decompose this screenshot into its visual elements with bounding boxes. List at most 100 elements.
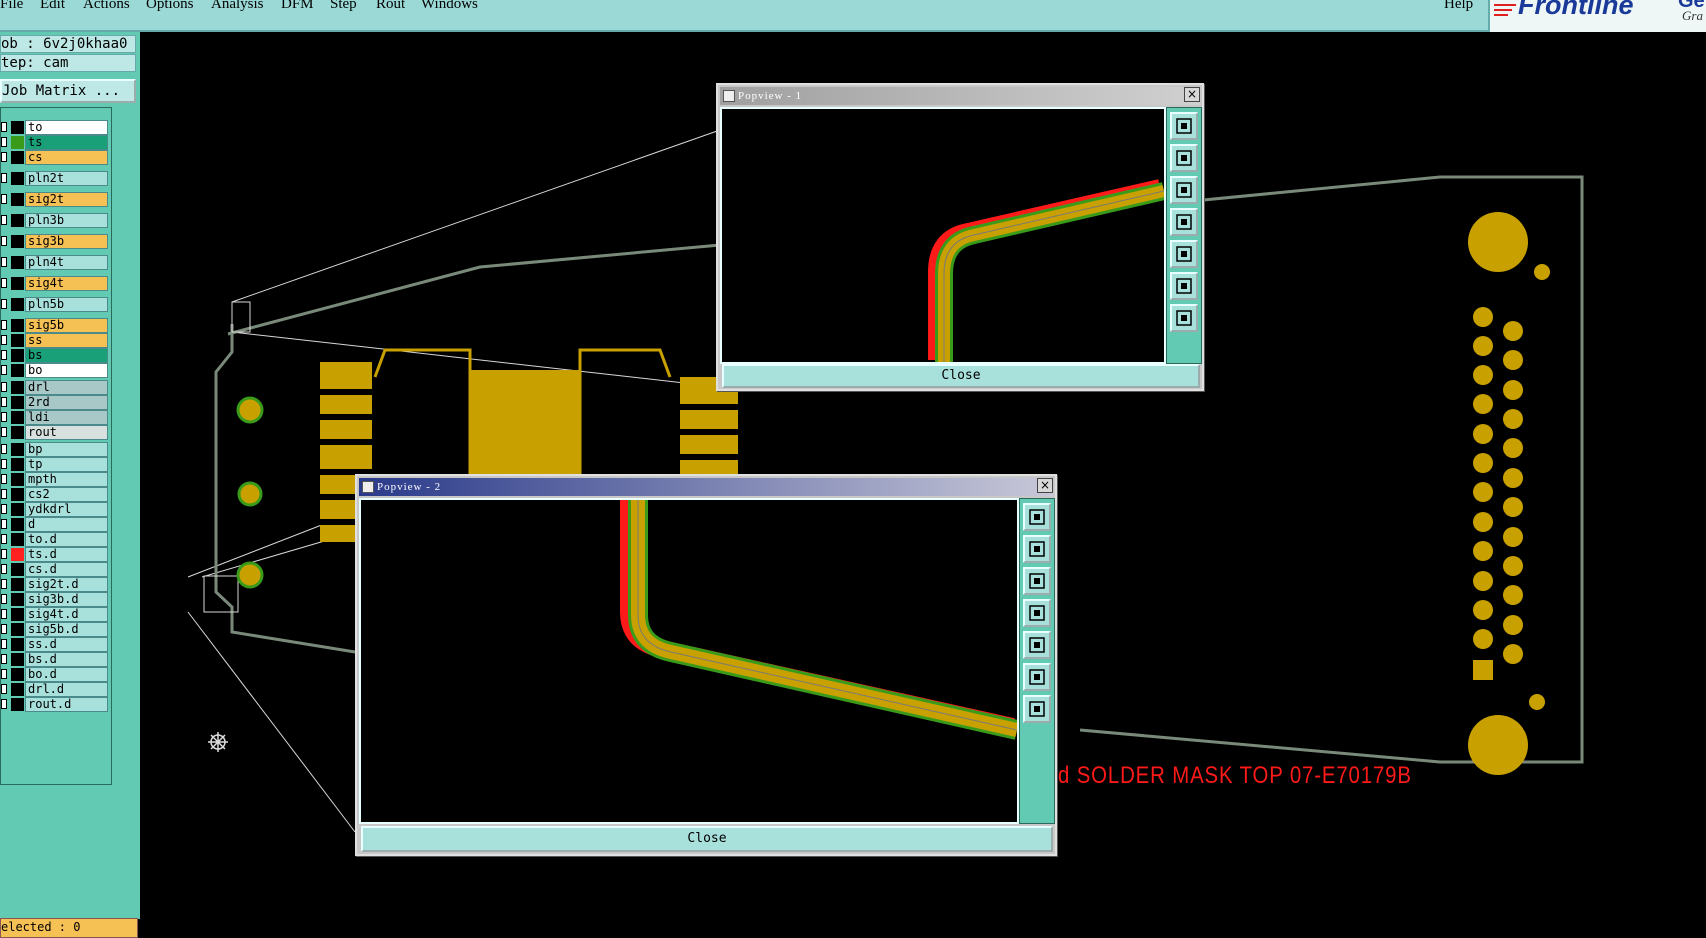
layer-row[interactable]: bs.d: [1, 652, 111, 667]
layer-name[interactable]: bp: [25, 442, 108, 457]
layer-checkbox[interactable]: [1, 684, 7, 694]
layer-checkbox[interactable]: [1, 579, 7, 589]
layer-name[interactable]: tp: [25, 457, 108, 472]
layer-checkbox[interactable]: [1, 427, 7, 437]
layer-name[interactable]: ydkdrl: [25, 502, 108, 517]
popview-2-viewport[interactable]: [359, 498, 1019, 824]
popview-2-close-icon[interactable]: ×: [1037, 478, 1053, 493]
center-icon[interactable]: [1170, 304, 1198, 332]
layer-checkbox[interactable]: [1, 320, 7, 330]
layer-name[interactable]: sig4t.d: [25, 607, 108, 622]
layer-name[interactable]: rout.d: [25, 697, 108, 712]
layer-row[interactable]: ldi: [1, 410, 111, 425]
layer-name[interactable]: ldi: [25, 410, 108, 425]
popview-2-close-button[interactable]: Close: [361, 826, 1053, 852]
layer-checkbox[interactable]: [1, 215, 7, 225]
layer-color-swatch[interactable]: [11, 334, 24, 347]
layer-row[interactable]: 2rd: [1, 395, 111, 410]
popview-1-viewport[interactable]: [720, 107, 1166, 364]
layer-name[interactable]: cs.d: [25, 562, 108, 577]
layer-color-swatch[interactable]: [11, 235, 24, 248]
layer-color-swatch[interactable]: [11, 638, 24, 651]
layer-name[interactable]: sig2t: [25, 192, 108, 207]
layer-row[interactable]: cs.d: [1, 562, 111, 577]
center-icon[interactable]: [1023, 695, 1051, 723]
layer-row[interactable]: bo.d: [1, 667, 111, 682]
layer-name[interactable]: pln5b: [25, 297, 108, 312]
layer-name[interactable]: sig3b.d: [25, 592, 108, 607]
zoom-all-icon[interactable]: [1170, 272, 1198, 300]
zoom-fit-icon[interactable]: [1170, 112, 1198, 140]
layer-color-swatch[interactable]: [11, 578, 24, 591]
layer-row[interactable]: bs: [1, 348, 111, 363]
layer-name[interactable]: d: [25, 517, 108, 532]
layer-row[interactable]: pln3b: [1, 213, 111, 228]
layer-checkbox[interactable]: [1, 699, 7, 709]
layer-checkbox[interactable]: [1, 278, 7, 288]
layer-color-swatch[interactable]: [11, 458, 24, 471]
layer-name[interactable]: ss: [25, 333, 108, 348]
layer-color-swatch[interactable]: [11, 623, 24, 636]
layer-checkbox[interactable]: [1, 654, 7, 664]
layer-checkbox[interactable]: [1, 459, 7, 469]
layer-color-swatch[interactable]: [11, 121, 24, 134]
layer-color-swatch[interactable]: [11, 653, 24, 666]
layer-checkbox[interactable]: [1, 335, 7, 345]
layer-row[interactable]: sig2t.d: [1, 577, 111, 592]
layer-color-swatch[interactable]: [11, 668, 24, 681]
layer-name[interactable]: sig4t: [25, 276, 108, 291]
layer-row[interactable]: pln5b: [1, 297, 111, 312]
layer-color-swatch[interactable]: [11, 488, 24, 501]
layer-color-swatch[interactable]: [11, 172, 24, 185]
layer-name[interactable]: mpth: [25, 472, 108, 487]
layer-checkbox[interactable]: [1, 564, 7, 574]
layer-checkbox[interactable]: [1, 299, 7, 309]
layer-row[interactable]: tp: [1, 457, 111, 472]
layer-row[interactable]: d: [1, 517, 111, 532]
layer-checkbox[interactable]: [1, 236, 7, 246]
layer-checkbox[interactable]: [1, 489, 7, 499]
layer-checkbox[interactable]: [1, 624, 7, 634]
menu-file[interactable]: File: [0, 0, 23, 13]
menu-actions[interactable]: Actions: [83, 0, 130, 13]
pan-right-icon[interactable]: [1170, 240, 1198, 268]
layer-name[interactable]: ss.d: [25, 637, 108, 652]
layer-name[interactable]: ts.d: [25, 547, 108, 562]
layer-color-swatch[interactable]: [11, 151, 24, 164]
layer-color-swatch[interactable]: [11, 214, 24, 227]
layer-name[interactable]: to.d: [25, 532, 108, 547]
layer-row[interactable]: drl.d: [1, 682, 111, 697]
layer-name[interactable]: bo.d: [25, 667, 108, 682]
layer-color-swatch[interactable]: [11, 381, 24, 394]
layer-row[interactable]: to.d: [1, 532, 111, 547]
layer-color-swatch[interactable]: [11, 319, 24, 332]
layer-row[interactable]: to: [1, 120, 111, 135]
layer-color-swatch[interactable]: [11, 593, 24, 606]
layer-name[interactable]: pln2t: [25, 171, 108, 186]
layer-checkbox[interactable]: [1, 412, 7, 422]
layer-checkbox[interactable]: [1, 194, 7, 204]
layer-list[interactable]: to ts cs pln2t sig2t pln3b sig3b pln4t sig4t pln5…: [0, 107, 112, 785]
menu-windows[interactable]: Windows: [421, 0, 478, 13]
layer-color-swatch[interactable]: [11, 298, 24, 311]
layer-row[interactable]: drl: [1, 380, 111, 395]
layer-row[interactable]: sig5b: [1, 318, 111, 333]
popview-1-close-icon[interactable]: ×: [1184, 87, 1200, 102]
layer-name[interactable]: sig2t.d: [25, 577, 108, 592]
layer-name[interactable]: bo: [25, 363, 108, 378]
layer-row[interactable]: ss: [1, 333, 111, 348]
layer-color-swatch[interactable]: [11, 426, 24, 439]
zoom-in-icon[interactable]: [1170, 144, 1198, 172]
layer-name[interactable]: cs2: [25, 487, 108, 502]
layer-checkbox[interactable]: [1, 397, 7, 407]
layer-color-swatch[interactable]: [11, 443, 24, 456]
layer-checkbox[interactable]: [1, 594, 7, 604]
layer-name[interactable]: bs: [25, 348, 108, 363]
zoom-out-icon[interactable]: [1170, 176, 1198, 204]
layer-color-swatch[interactable]: [11, 396, 24, 409]
pan-left-icon[interactable]: [1170, 208, 1198, 236]
layer-checkbox[interactable]: [1, 519, 7, 529]
layer-name[interactable]: sig3b: [25, 234, 108, 249]
layer-row[interactable]: bo: [1, 363, 111, 378]
layer-name[interactable]: rout: [25, 425, 108, 440]
